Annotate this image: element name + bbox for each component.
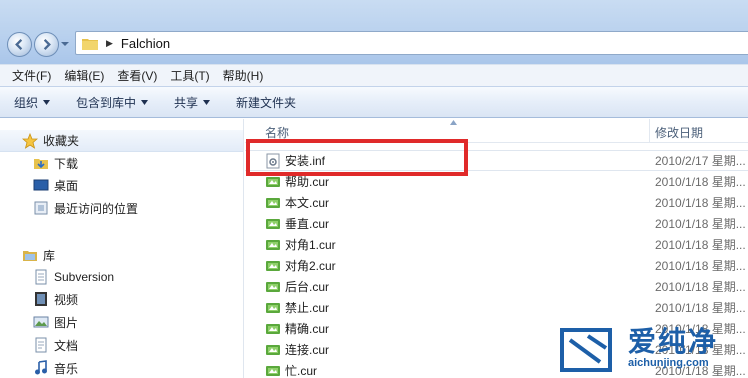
file-name: 精确.cur — [285, 322, 330, 336]
videos-label: 视频 — [54, 292, 79, 307]
forward-button[interactable] — [34, 32, 59, 57]
watermark-brand: 爱纯净 — [628, 326, 719, 357]
nav-item-subversion[interactable]: Subversion — [33, 266, 114, 288]
nav-item-recent-places[interactable]: 最近访问的位置 — [33, 197, 138, 219]
sort-ascending-icon — [450, 120, 457, 125]
file-name: 后台.cur — [285, 280, 330, 294]
recent-places-icon — [33, 200, 49, 216]
file-row[interactable]: 后台.cur 2010/1/18 星期... — [245, 276, 748, 297]
desktop-icon — [33, 177, 49, 193]
watermark-url: aichunjing.com — [628, 357, 709, 369]
back-button[interactable] — [7, 32, 32, 57]
subversion-label: Subversion — [54, 270, 115, 284]
pictures-label: 图片 — [54, 315, 79, 330]
file-date-modified: 2010/1/18 星期... — [655, 175, 746, 189]
file-date-modified: 2010/1/18 星期... — [655, 301, 746, 315]
document-library-icon — [33, 269, 49, 285]
nav-item-documents[interactable]: 文档 — [33, 334, 78, 356]
include-in-library-button[interactable]: 包含到库中 — [76, 94, 149, 111]
cursor-file-icon — [266, 302, 280, 313]
nav-item-desktop[interactable]: 桌面 — [33, 174, 78, 196]
file-name: 本文.cur — [285, 196, 330, 210]
breadcrumb-separator-icon[interactable]: ▶ — [106, 38, 113, 49]
menu-help[interactable]: 帮助(H) — [217, 67, 270, 84]
command-bar: 组织 包含到库中 共享 新建文件夹 — [0, 86, 748, 118]
chevron-down-icon — [43, 99, 51, 105]
menu-tools[interactable]: 工具(T) — [164, 67, 215, 84]
downloads-label: 下载 — [54, 156, 79, 171]
recent-places-label: 最近访问的位置 — [54, 201, 139, 216]
file-row[interactable]: 对角2.cur 2010/1/18 星期... — [245, 255, 748, 276]
video-icon — [33, 291, 49, 307]
libraries-label: 库 — [43, 248, 56, 263]
file-row[interactable]: 本文.cur 2010/1/18 星期... — [245, 192, 748, 213]
cursor-file-icon — [266, 323, 280, 334]
nav-libraries[interactable]: 库 — [22, 244, 55, 266]
star-icon — [22, 132, 38, 149]
cursor-file-icon — [266, 344, 280, 355]
desktop-label: 桌面 — [54, 178, 79, 193]
menu-file[interactable]: 文件(F) — [6, 67, 57, 84]
share-button[interactable]: 共享 — [174, 94, 211, 111]
file-date-modified: 2010/1/18 星期... — [655, 196, 746, 210]
highlight-annotation — [246, 139, 468, 176]
file-date-modified: 2010/2/17 星期... — [655, 154, 746, 168]
documents-icon — [33, 337, 49, 353]
cursor-file-icon — [266, 239, 280, 250]
cursor-file-icon — [266, 365, 280, 376]
menu-view[interactable]: 查看(V) — [111, 67, 163, 84]
cursor-file-icon — [266, 260, 280, 271]
music-label: 音乐 — [54, 361, 79, 376]
picture-icon — [33, 314, 49, 330]
file-date-modified: 2010/1/18 星期... — [655, 217, 746, 231]
file-name: 禁止.cur — [285, 301, 330, 315]
menu-edit[interactable]: 编辑(E) — [58, 67, 110, 84]
downloads-folder-icon — [33, 155, 49, 171]
new-folder-label: 新建文件夹 — [236, 95, 297, 110]
file-date-modified: 2010/1/18 星期... — [655, 259, 746, 273]
file-name: 连接.cur — [285, 343, 330, 357]
nav-item-pictures[interactable]: 图片 — [33, 311, 78, 333]
file-name: 垂直.cur — [285, 217, 330, 231]
column-divider[interactable] — [649, 119, 650, 143]
breadcrumb-folder[interactable]: Falchion — [121, 36, 170, 51]
recent-pages-dropdown-icon[interactable] — [61, 40, 69, 48]
documents-label: 文档 — [54, 338, 79, 353]
folder-icon — [82, 38, 98, 50]
nav-favorites[interactable]: 收藏夹 — [0, 130, 243, 152]
address-area: ▶ Falchion — [0, 0, 748, 64]
nav-item-videos[interactable]: 视频 — [33, 288, 78, 310]
favorites-label: 收藏夹 — [43, 134, 80, 148]
column-date-modified[interactable]: 修改日期 — [655, 124, 703, 141]
nav-item-music[interactable]: 音乐 — [33, 357, 78, 378]
cursor-file-icon — [266, 197, 280, 208]
file-date-modified: 2010/1/18 星期... — [655, 280, 746, 294]
file-name: 对角1.cur — [285, 238, 336, 252]
include-library-label: 包含到库中 — [76, 95, 137, 110]
chevron-down-icon — [203, 99, 211, 105]
navigation-pane: 收藏夹 下载 桌面 最近访问的位置 库 Subversion 视频 图片 文档 … — [0, 119, 244, 378]
organize-label: 组织 — [14, 95, 39, 110]
new-folder-button[interactable]: 新建文件夹 — [236, 94, 296, 111]
cursor-file-icon — [266, 281, 280, 292]
file-row[interactable]: 对角1.cur 2010/1/18 星期... — [245, 234, 748, 255]
music-note-icon — [33, 360, 49, 376]
forward-arrow-icon — [43, 39, 51, 50]
file-name: 对角2.cur — [285, 259, 336, 273]
file-row[interactable]: 垂直.cur 2010/1/18 星期... — [245, 213, 748, 234]
file-name: 忙.cur — [285, 364, 318, 378]
file-date-modified: 2010/1/18 星期... — [655, 238, 746, 252]
file-row[interactable]: 禁止.cur 2010/1/18 星期... — [245, 297, 748, 318]
library-icon — [22, 247, 38, 263]
menu-bar: 文件(F) 编辑(E) 查看(V) 工具(T) 帮助(H) — [0, 64, 748, 86]
nav-item-downloads[interactable]: 下载 — [33, 152, 78, 174]
address-bar[interactable]: ▶ Falchion — [75, 31, 748, 55]
back-arrow-icon — [15, 39, 23, 50]
share-label: 共享 — [174, 95, 199, 110]
cursor-file-icon — [266, 218, 280, 229]
chevron-down-icon — [141, 99, 149, 105]
organize-button[interactable]: 组织 — [14, 94, 51, 111]
